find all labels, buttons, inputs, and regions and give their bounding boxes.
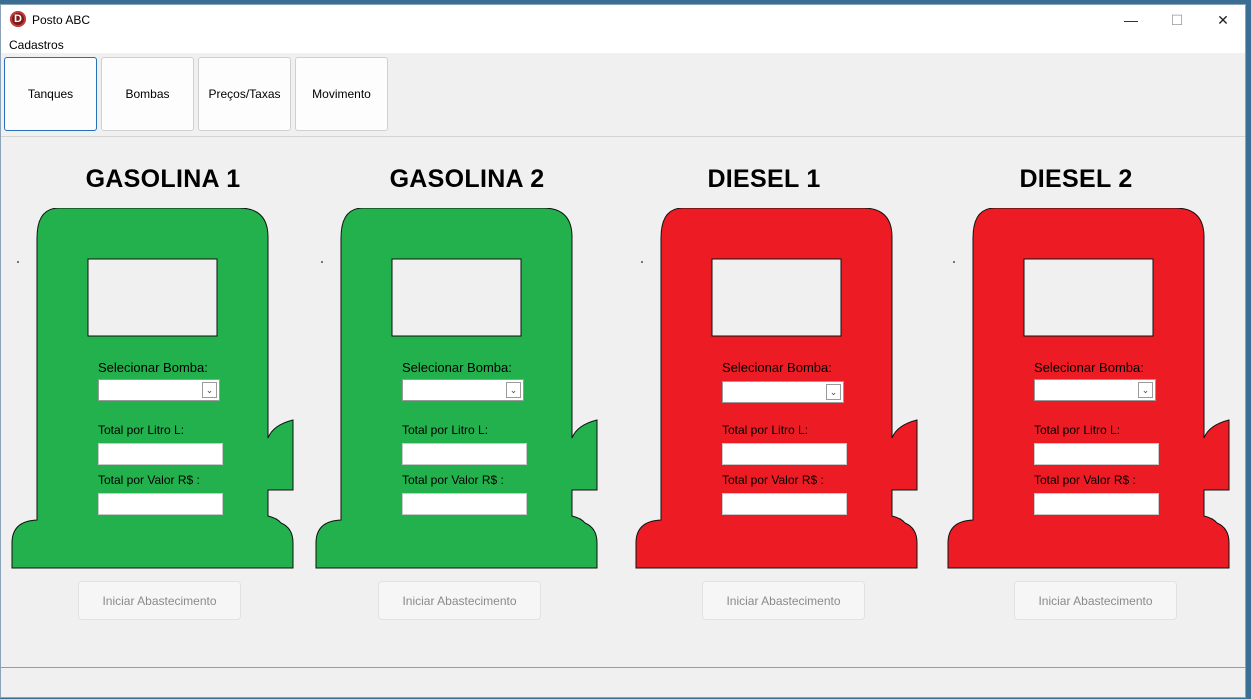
select-pump-label: Selecionar Bomba: [402,360,512,375]
liters-field[interactable] [1034,443,1159,465]
liters-field[interactable] [98,443,223,465]
value-label: Total por Valor R$ : [402,473,504,487]
value-field[interactable] [98,493,223,515]
start-fueling-button[interactable]: Iniciar Abastecimento [78,581,241,620]
title-bar: D Posto ABC — ☐ ✕ [1,5,1245,35]
pump-display-screen [1023,258,1154,337]
menu-bar: Cadastros [1,35,1245,53]
value-label: Total por Valor R$ : [98,473,200,487]
liters-field[interactable] [402,443,527,465]
pump-display-screen [711,258,842,337]
tab-precos-taxas[interactable]: Preços/Taxas [198,57,291,131]
pump-select[interactable]: ⌄ [722,381,844,403]
tab-bombas[interactable]: Bombas [101,57,194,131]
tab-movimento[interactable]: Movimento [295,57,388,131]
liters-label: Total por Litro L: [1034,423,1121,437]
toolbar-tabs: Tanques Bombas Preços/Taxas Movimento [1,54,1245,137]
liters-field[interactable] [722,443,847,465]
pump-select[interactable]: ⌄ [98,379,220,401]
value-field[interactable] [1034,493,1159,515]
tab-tanques[interactable]: Tanques [4,57,97,131]
pump-title: GASOLINA 2 [389,165,545,193]
pump-title: GASOLINA 1 [85,165,241,193]
value-field[interactable] [402,493,527,515]
menu-cadastros[interactable]: Cadastros [9,38,64,52]
app-window: D Posto ABC — ☐ ✕ Cadastros Tanques Bomb… [0,4,1246,698]
pump-title: DIESEL 2 [1019,165,1133,193]
value-label: Total por Valor R$ : [722,473,824,487]
start-fueling-button[interactable]: Iniciar Abastecimento [378,581,541,620]
minimize-button[interactable]: — [1108,5,1154,35]
window-title: Posto ABC [32,13,91,27]
liters-label: Total por Litro L: [402,423,489,437]
chevron-down-icon[interactable]: ⌄ [202,382,217,398]
chevron-down-icon[interactable]: ⌄ [1138,382,1153,398]
pump-select[interactable]: ⌄ [1034,379,1156,401]
pump-display-screen [87,258,218,337]
start-fueling-button[interactable]: Iniciar Abastecimento [702,581,865,620]
liters-label: Total por Litro L: [722,423,809,437]
tanks-panel: GASOLINA 1 Selecionar Bomba: ⌄ Total por… [1,137,1245,667]
chevron-down-icon[interactable]: ⌄ [826,384,841,400]
pump-title: DIESEL 1 [707,165,821,193]
select-pump-label: Selecionar Bomba: [722,360,832,375]
liters-label: Total por Litro L: [98,423,185,437]
start-fueling-button[interactable]: Iniciar Abastecimento [1014,581,1177,620]
chevron-down-icon[interactable]: ⌄ [506,382,521,398]
select-pump-label: Selecionar Bomba: [1034,360,1144,375]
value-label: Total por Valor R$ : [1034,473,1136,487]
pump-display-screen [391,258,522,337]
maximize-button[interactable]: ☐ [1154,5,1200,35]
pump-select[interactable]: ⌄ [402,379,524,401]
select-pump-label: Selecionar Bomba: [98,360,208,375]
status-bar [1,667,1245,697]
close-button[interactable]: ✕ [1200,5,1246,35]
value-field[interactable] [722,493,847,515]
app-logo-icon: D [10,11,26,27]
